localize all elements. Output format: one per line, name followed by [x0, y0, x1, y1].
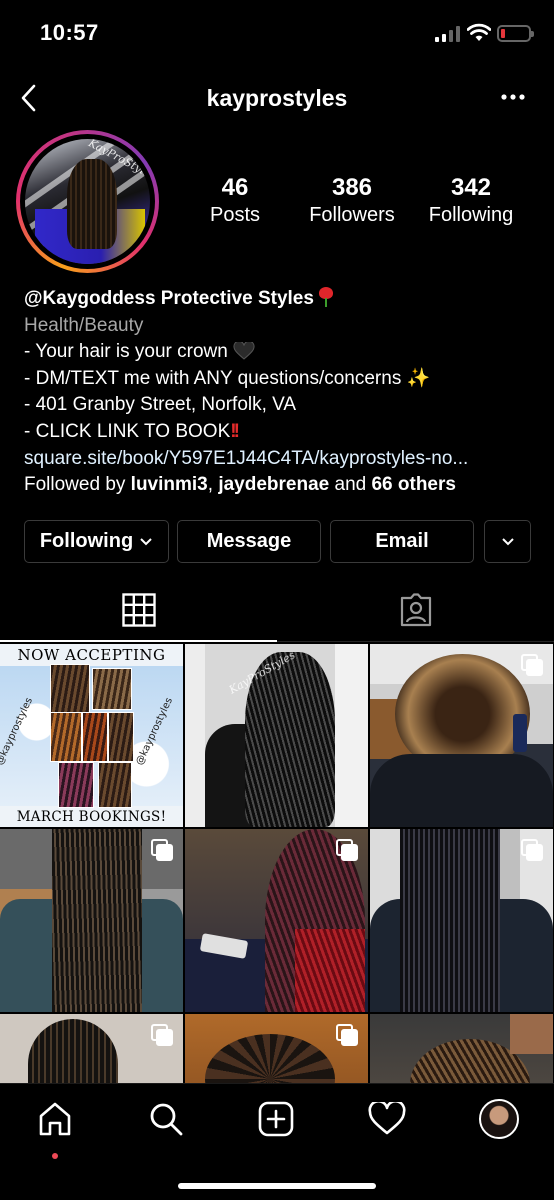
- grid-icon: [121, 593, 156, 627]
- stat-label: Followers: [309, 204, 395, 226]
- poster-footer: MARCH BOOKINGS!: [16, 809, 167, 825]
- display-name-row: @Kaygoddess Protective Styles: [24, 286, 544, 313]
- tab-home[interactable]: [30, 1094, 80, 1144]
- profile-header: kayprostyles: [0, 70, 554, 126]
- post-thumbnail[interactable]: KayProStyles: [185, 644, 368, 827]
- home-notification-dot: [52, 1153, 58, 1159]
- double-exclamation-emoji-icon: !!: [230, 420, 240, 442]
- stat-value: 46: [221, 174, 249, 201]
- avatar-image: KayProStyles: [25, 139, 150, 264]
- stat-label: Following: [428, 204, 514, 226]
- post-thumbnail[interactable]: [370, 644, 553, 827]
- cellular-signal-icon: [435, 26, 461, 42]
- website-link[interactable]: square.site/book/Y597E1J44C4TA/kayprosty…: [24, 446, 544, 473]
- following-button[interactable]: Following: [24, 520, 169, 563]
- tab-activity[interactable]: [362, 1094, 412, 1144]
- more-options-icon[interactable]: [494, 82, 534, 112]
- tab-new-post[interactable]: [251, 1094, 301, 1144]
- message-button-label: Message: [206, 530, 292, 552]
- profile-tabs: [0, 585, 554, 645]
- stat-label: Posts: [209, 204, 261, 226]
- bio-line: - CLICK LINK TO BOOK!!: [24, 420, 240, 442]
- sparkles-emoji-icon: ✨: [406, 367, 431, 389]
- multi-photo-icon: [521, 839, 545, 863]
- profile-bio: @Kaygoddess Protective Styles Health/Bea…: [24, 286, 544, 499]
- following-button-label: Following: [39, 530, 134, 552]
- activity-icon: [368, 1102, 406, 1135]
- posts-count[interactable]: 46 Posts: [175, 173, 295, 227]
- followers-count[interactable]: 386 Followers: [292, 173, 412, 227]
- tagged-icon: [400, 593, 431, 627]
- display-name: @Kaygoddess Protective Styles: [24, 288, 314, 309]
- profile-stats: 46 Posts 386 Followers 342 Following: [170, 173, 540, 233]
- tab-tagged[interactable]: [277, 585, 554, 641]
- email-button[interactable]: Email: [330, 520, 474, 563]
- post-thumbnail[interactable]: [0, 829, 183, 1012]
- clock: 10:57: [40, 20, 99, 45]
- following-count[interactable]: 342 Following: [411, 173, 531, 227]
- post-thumbnail[interactable]: [185, 829, 368, 1012]
- tab-search[interactable]: [141, 1094, 191, 1144]
- post-thumbnail[interactable]: [0, 1014, 183, 1084]
- email-button-label: Email: [375, 530, 429, 552]
- posts-grid: NOW ACCEPTING @kayprostyles @kayprostyle…: [0, 644, 554, 1084]
- multi-photo-icon: [521, 654, 545, 678]
- home-indicator: [178, 1183, 376, 1189]
- poster-headline: NOW ACCEPTING: [17, 646, 166, 664]
- search-icon: [150, 1103, 183, 1136]
- home-icon: [39, 1102, 71, 1136]
- page-title: kayprostyles: [206, 85, 348, 111]
- multi-photo-icon: [151, 839, 175, 863]
- chevron-down-icon: [501, 537, 514, 545]
- post-thumbnail[interactable]: [185, 1014, 368, 1084]
- bio-line: - 401 Granby Street, Norfolk, VA: [24, 394, 297, 416]
- bio-line: - Your hair is your crown: [24, 339, 544, 366]
- active-tab-indicator: [0, 640, 277, 642]
- multi-photo-icon: [151, 1024, 175, 1048]
- battery-icon: [497, 25, 534, 42]
- rose-emoji-icon: [316, 287, 334, 307]
- stat-value: 386: [331, 174, 373, 201]
- status-bar: 10:57: [0, 0, 554, 66]
- bio-line: - DM/TEXT me with ANY questions/concerns…: [24, 367, 431, 389]
- suggested-accounts-button[interactable]: [484, 520, 531, 563]
- chevron-down-icon: [140, 537, 152, 545]
- followed-by[interactable]: Followed by luvinmi3, jaydebrenae and 66…: [24, 472, 544, 499]
- new-post-icon: [258, 1101, 294, 1137]
- category-label: Health/Beauty: [24, 314, 144, 336]
- multi-photo-icon: [336, 1024, 360, 1048]
- profile-avatar-tab[interactable]: [479, 1099, 519, 1139]
- post-thumbnail[interactable]: [370, 1014, 553, 1084]
- black-heart-emoji-icon: [233, 342, 255, 360]
- wifi-icon: [467, 23, 491, 41]
- multi-photo-icon: [336, 839, 360, 863]
- stat-value: 342: [450, 174, 492, 201]
- tab-posts-grid[interactable]: [0, 585, 277, 641]
- post-thumbnail[interactable]: [370, 829, 553, 1012]
- message-button[interactable]: Message: [177, 520, 321, 563]
- profile-avatar[interactable]: KayProStyles: [16, 130, 159, 273]
- post-thumbnail[interactable]: NOW ACCEPTING @kayprostyles @kayprostyle…: [0, 644, 183, 827]
